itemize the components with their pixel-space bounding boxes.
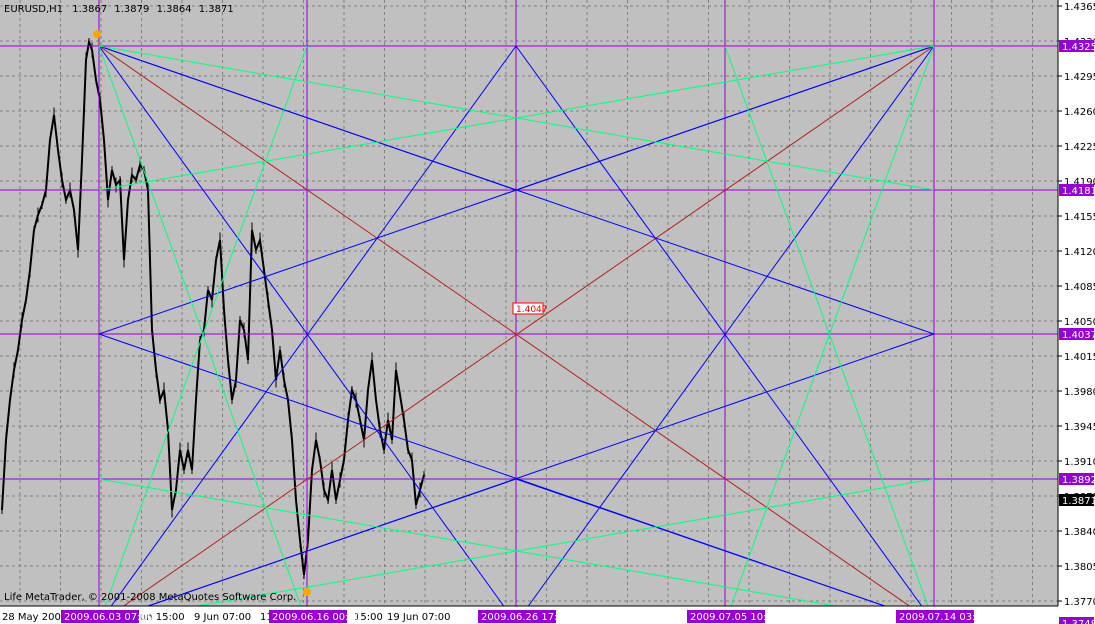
level-price-label: 1.4037 [1062,330,1095,341]
open-value: 1.3867 [72,4,108,15]
price-tick-label: 1.3770 [1064,597,1095,608]
price-tick-label: 1.4365 [1064,2,1095,13]
chart-window[interactable]: 1.4047 1.43651.43301.42951.42601.42251.4… [0,0,1095,624]
price-tick-label: 1.4260 [1064,107,1095,118]
price-tick-label: 1.3805 [1064,562,1095,573]
high-value: 1.3879 [114,4,150,15]
price-tick-label: 1.4225 [1064,142,1095,153]
price-tick-label: 1.4155 [1064,212,1095,223]
low-value: 1.3864 [156,4,192,15]
price-tick-label: 1.4085 [1064,282,1095,293]
level-price-label: 1.3748 [1062,619,1095,624]
time-label: 28 May 2009 [2,612,67,623]
price-tick-label: 1.3910 [1064,457,1095,468]
copyright-text: Life MetaTrader, © 2001-2008 MetaQuotes … [4,592,297,603]
close-value: 1.3871 [198,4,234,15]
pivot-high-marker [93,30,101,38]
time-label: 9 Jun 07:00 [194,612,251,623]
price-tick-label: 1.4120 [1064,247,1095,258]
time-highlight-label: 2009.07.05 10:00 [690,612,779,623]
level-price-label: 1.3892 [1062,475,1095,486]
pivot-low-marker [303,588,311,596]
time-highlight-label: 2009.06.16 00:00 [272,612,361,623]
center-label: 1.4047 [516,305,548,315]
price-tick-label: 1.3945 [1064,422,1095,433]
current-price-label: 1.3871 [1062,496,1095,507]
symbol-name: EURUSD,H1 [4,4,64,15]
level-price-label: 1.4325 [1062,42,1095,53]
price-tick-label: 1.4015 [1064,352,1095,363]
price-tick-label: 1.3980 [1064,387,1095,398]
price-chart[interactable]: 1.4047 1.43651.43301.42951.42601.42251.4… [0,0,1095,624]
level-price-label: 1.4181 [1062,186,1095,197]
price-tick-label: 1.4295 [1064,72,1095,83]
time-label: 19 Jun 07:00 [387,612,451,623]
price-tick-label: 1.3840 [1064,527,1095,538]
time-highlight-label: 2009.07.14 03:00 [899,612,988,623]
time-highlight-label: 2009.06.03 07:00 [64,612,153,623]
symbol-header: EURUSD,H1 1.3867 1.3879 1.3864 1.3871 [4,4,234,15]
price-tick-label: 1.4050 [1064,317,1095,328]
time-highlight-label: 2009.06.26 17:00 [481,612,570,623]
